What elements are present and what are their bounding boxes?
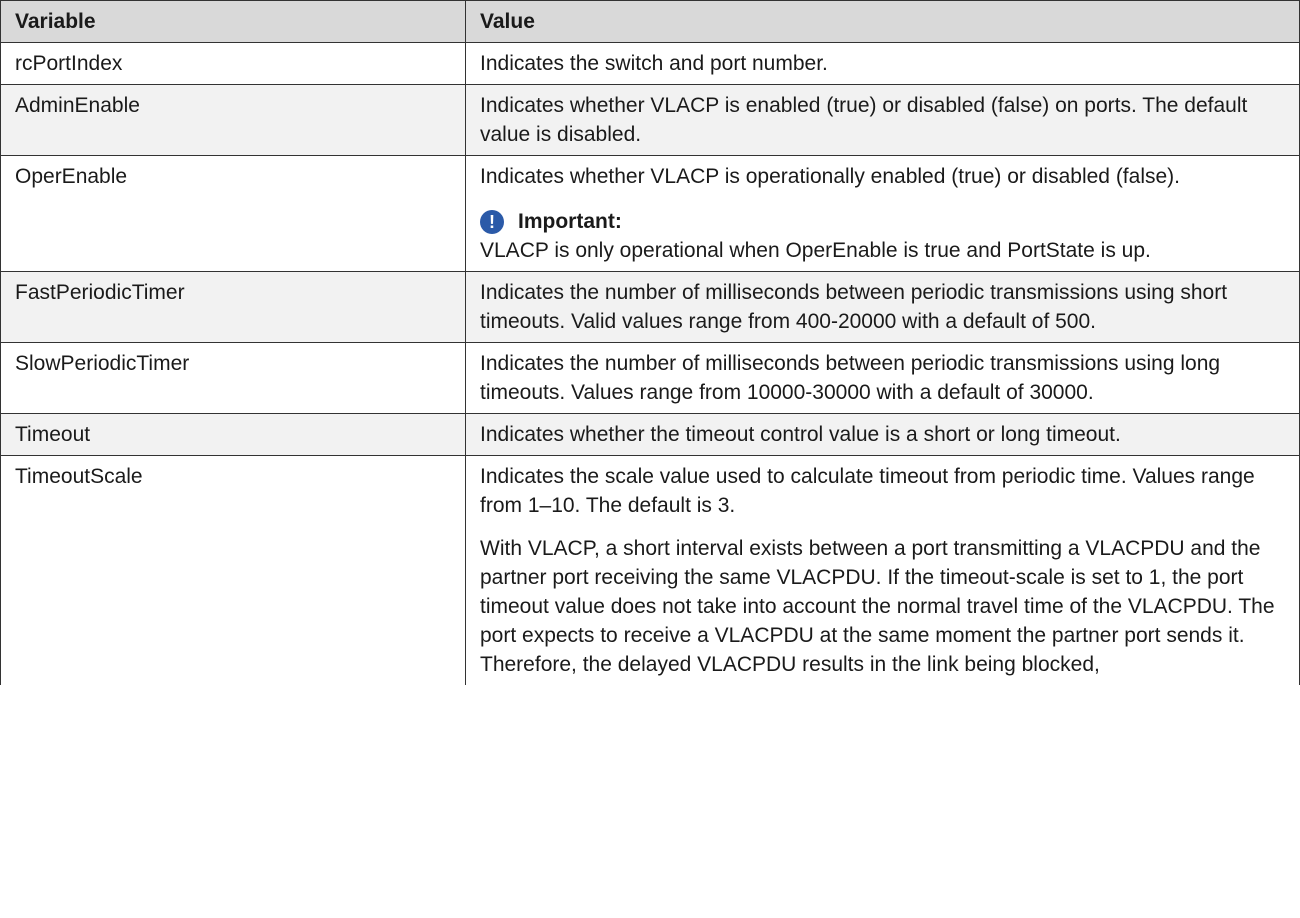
variable-cell: FastPeriodicTimer (0, 271, 466, 343)
value-cell: Indicates whether VLACP is enabled (true… (465, 84, 1300, 156)
important-note-heading: ! Important: (480, 207, 1285, 236)
value-cell: Indicates the number of milliseconds bet… (465, 271, 1300, 343)
value-cell: Indicates whether the timeout control va… (465, 413, 1300, 456)
variable-cell: rcPortIndex (0, 42, 466, 85)
value-text: Indicates whether VLACP is operationally… (480, 165, 1180, 188)
value-cell: Indicates the number of milliseconds bet… (465, 342, 1300, 414)
table-row: Timeout Indicates whether the timeout co… (0, 413, 1300, 456)
important-icon: ! (480, 209, 504, 234)
value-cell: Indicates whether VLACP is operationally… (465, 155, 1300, 272)
variable-cell: TimeoutScale (0, 455, 466, 685)
variable-cell: AdminEnable (0, 84, 466, 156)
table-row: rcPortIndex Indicates the switch and por… (0, 42, 1300, 85)
header-variable: Variable (0, 0, 466, 43)
important-title: Important: (518, 210, 622, 233)
variable-cell: OperEnable (0, 155, 466, 272)
variable-cell: Timeout (0, 413, 466, 456)
value-text: Indicates the scale value used to calcul… (480, 465, 1255, 517)
important-note-body: VLACP is only operational when OperEnabl… (480, 239, 1151, 262)
value-text-continued: With VLACP, a short interval exists betw… (480, 537, 1275, 676)
table-row: AdminEnable Indicates whether VLACP is e… (0, 84, 1300, 156)
table-header: Variable Value (0, 0, 1300, 43)
table-row: TimeoutScale Indicates the scale value u… (0, 455, 1300, 685)
table-row: SlowPeriodicTimer Indicates the number o… (0, 342, 1300, 414)
table-row: FastPeriodicTimer Indicates the number o… (0, 271, 1300, 343)
variable-cell: SlowPeriodicTimer (0, 342, 466, 414)
header-value: Value (465, 0, 1300, 43)
value-cell: Indicates the switch and port number. (465, 42, 1300, 85)
value-cell: Indicates the scale value used to calcul… (465, 455, 1300, 685)
variable-value-table: Variable Value rcPortIndex Indicates the… (0, 0, 1300, 685)
table-row: OperEnable Indicates whether VLACP is op… (0, 155, 1300, 272)
